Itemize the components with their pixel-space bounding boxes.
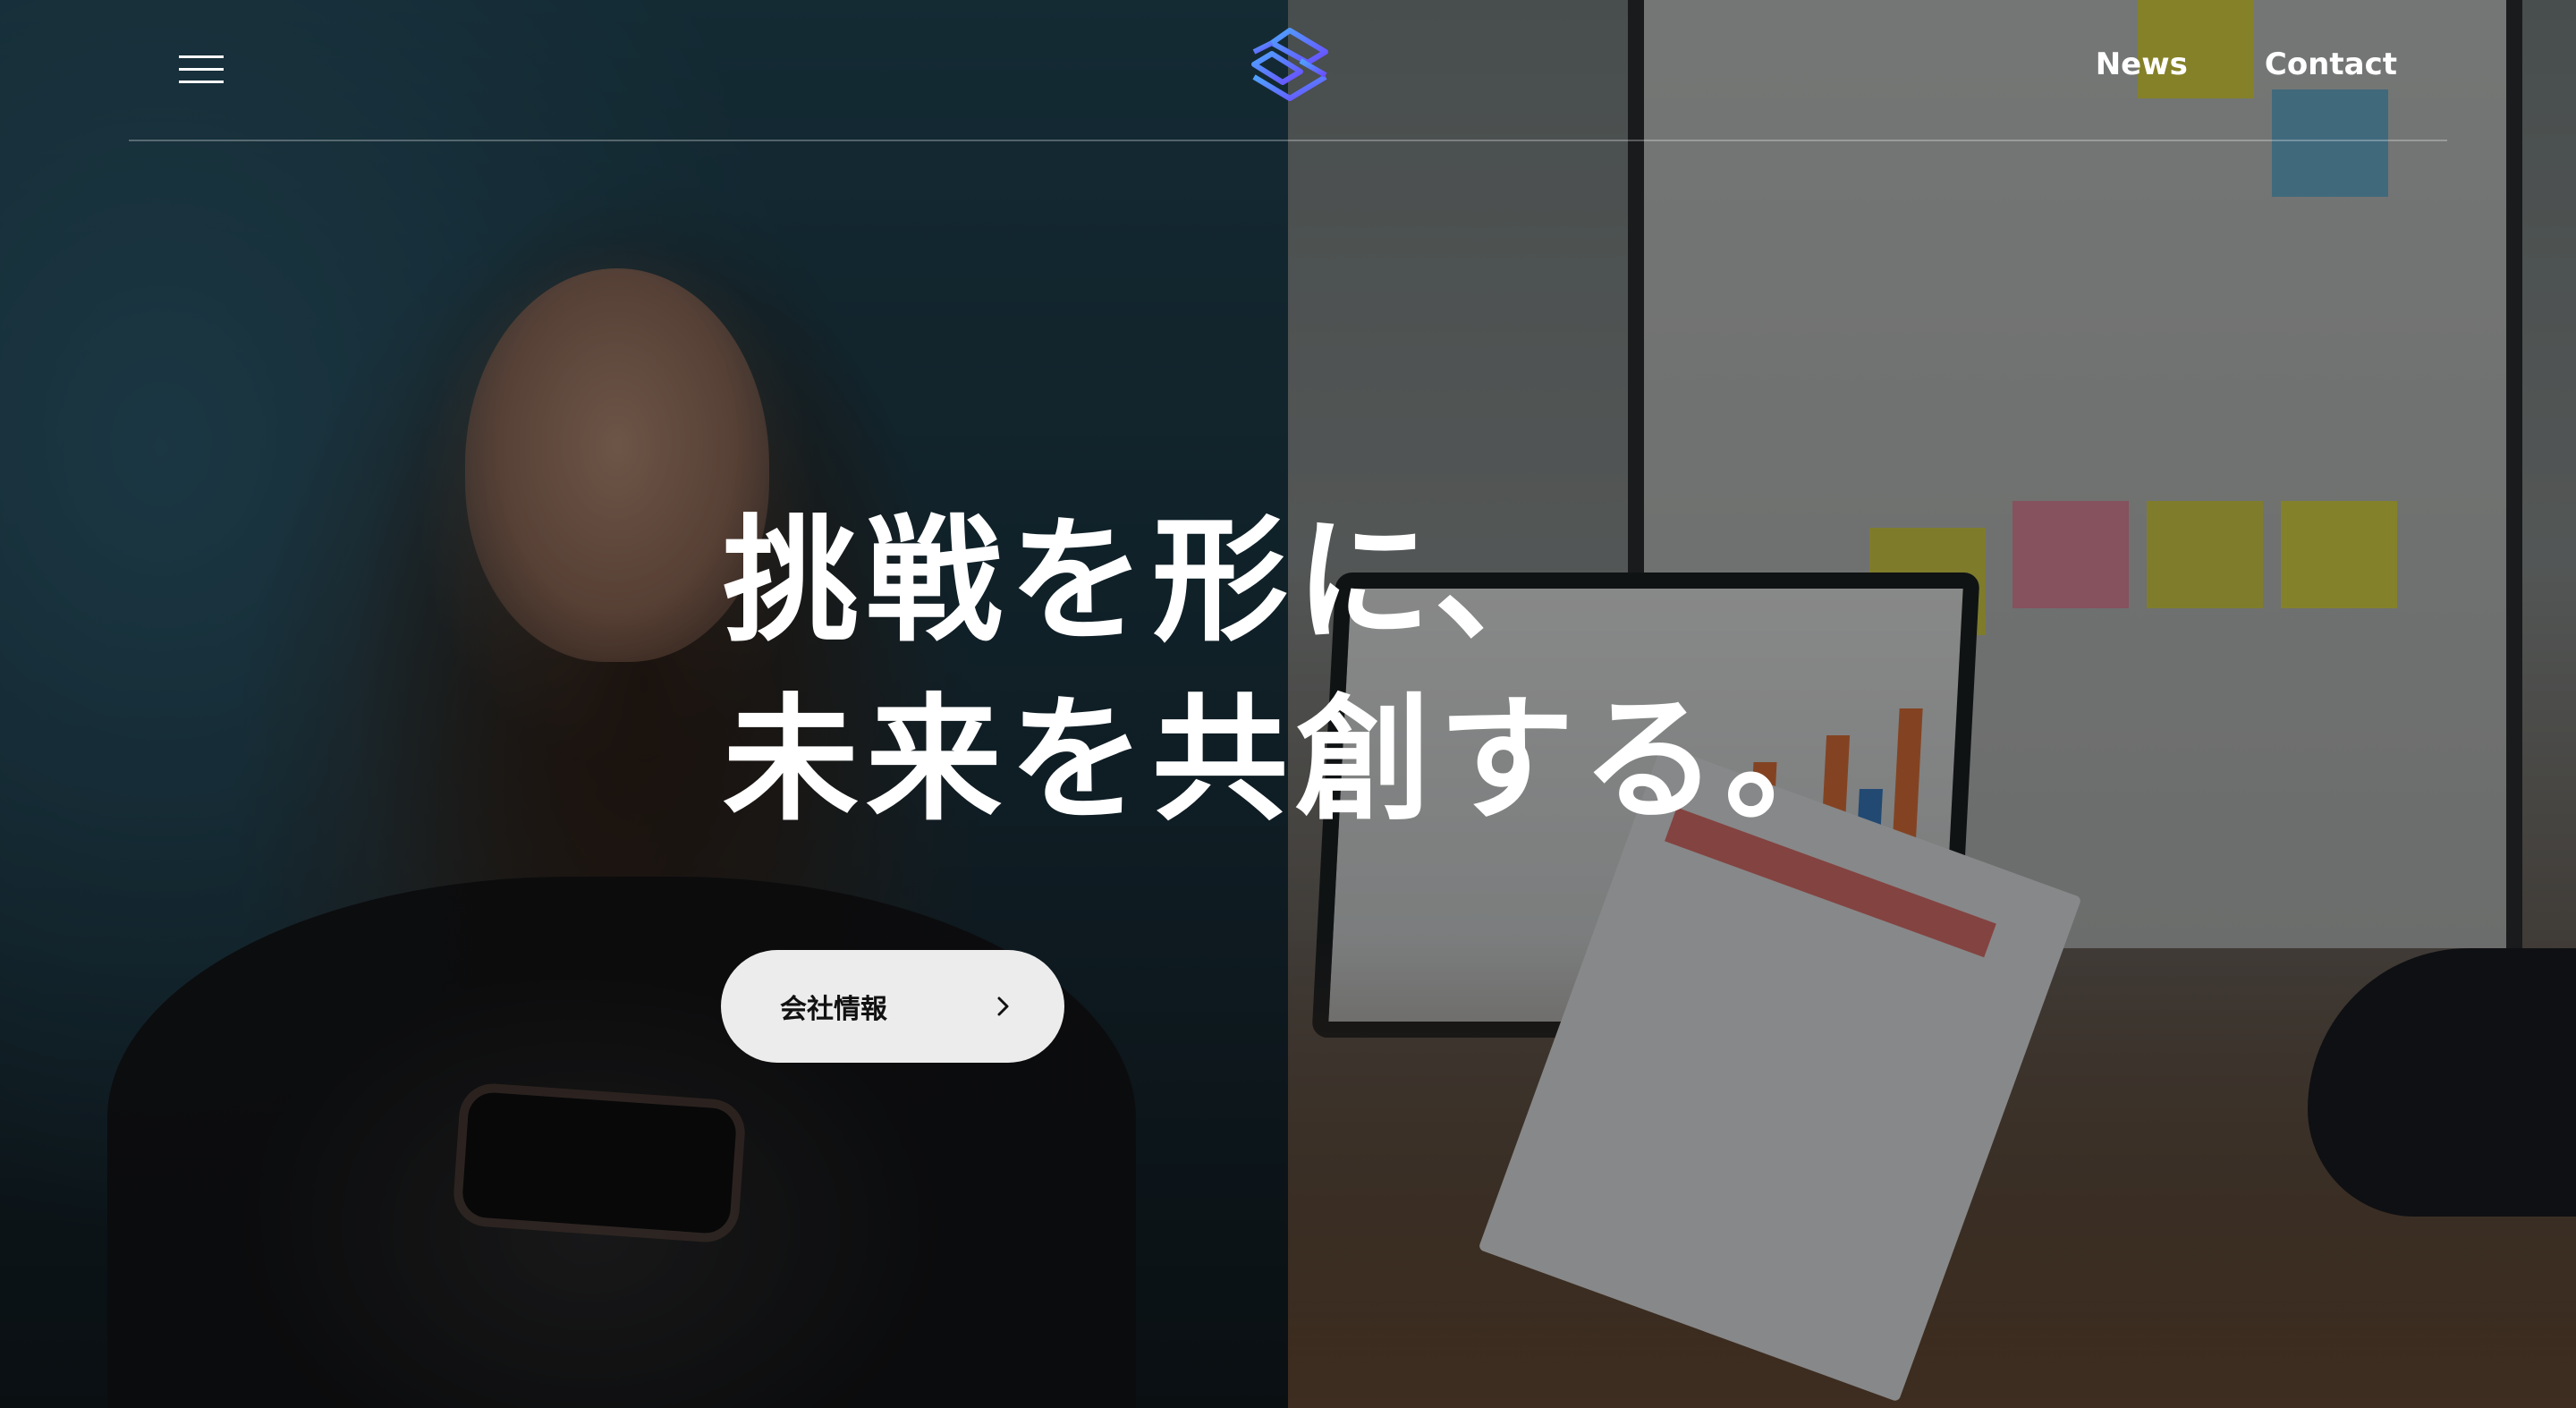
hamburger-menu-icon[interactable] bbox=[175, 54, 231, 86]
nav-news[interactable]: News bbox=[2096, 47, 2188, 82]
hero-headline: 挑戦を形に、 未来を共創する。 bbox=[723, 492, 1868, 850]
company-info-button[interactable]: 会社情報 bbox=[721, 950, 1064, 1063]
header-divider bbox=[129, 140, 2447, 141]
headline-line-2: 未来を共創する。 bbox=[723, 681, 1868, 839]
layered-stack-logo[interactable] bbox=[1245, 25, 1335, 115]
company-info-button-label: 会社情報 bbox=[780, 994, 887, 1025]
site-header: News Contact bbox=[0, 0, 2576, 141]
hero-section: News Contact 挑戦を形に、 未来を共創する。 会社情報 bbox=[0, 0, 2576, 1408]
nav-contact[interactable]: Contact bbox=[2265, 47, 2397, 82]
headline-line-1: 挑戦を形に、 bbox=[723, 502, 1578, 660]
main-nav: News Contact bbox=[2096, 47, 2397, 82]
chevron-right-icon bbox=[991, 995, 1014, 1018]
